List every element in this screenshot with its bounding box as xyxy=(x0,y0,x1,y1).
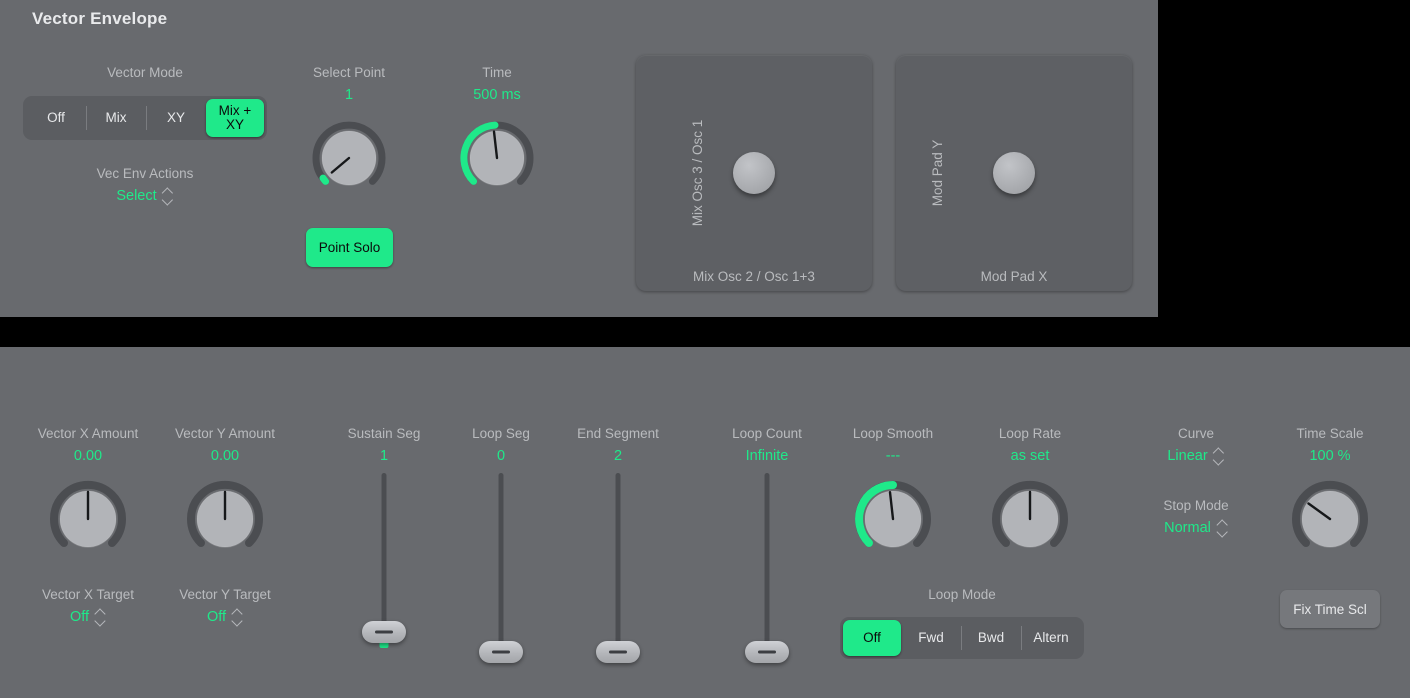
stop-mode-stepper[interactable]: Normal xyxy=(1164,520,1228,536)
mod-xy-pad-x-label: Mod Pad X xyxy=(896,269,1132,284)
loop-rate-label: Loop Rate xyxy=(999,426,1061,441)
vector-envelope-bottom-panel: Vector X Amount 0.00 Vector X Target Off… xyxy=(0,347,1410,698)
mod-xy-pad-y-label: Mod Pad Y xyxy=(930,140,945,207)
loop-count-slider[interactable] xyxy=(743,473,791,653)
vector-envelope-top-panel: Vector Envelope Vector Mode Off Mix XY M… xyxy=(0,0,1158,317)
stepper-chevrons-icon[interactable] xyxy=(1217,521,1228,536)
fix-time-scl-label: Fix Time Scl xyxy=(1293,602,1367,617)
time-scale-label: Time Scale xyxy=(1296,426,1363,441)
loop-seg-slider-thumb[interactable] xyxy=(479,641,523,663)
mix-xy-pad[interactable]: Mix Osc 3 / Osc 1 Mix Osc 2 / Osc 1+3 xyxy=(636,55,872,291)
loop-rate-value: as set xyxy=(1011,448,1050,464)
stepper-chevrons-icon[interactable] xyxy=(1214,449,1225,464)
vector-mode-option-mix[interactable]: Mix xyxy=(86,99,146,137)
loop-mode-option-off[interactable]: Off xyxy=(843,620,901,656)
loop-mode-segmented-control[interactable]: Off Fwd Bwd Altern xyxy=(840,617,1084,659)
loop-seg-slider-track[interactable] xyxy=(499,473,504,645)
loop-count-label: Loop Count xyxy=(732,426,802,441)
loop-seg-slider[interactable] xyxy=(477,473,525,653)
time-label: Time xyxy=(482,65,512,80)
vector-mode-option-mix-xy[interactable]: Mix +XY xyxy=(206,99,264,137)
point-solo-label: Point Solo xyxy=(319,240,381,255)
vector-x-target-value: Off xyxy=(70,609,89,625)
curve-value: Linear xyxy=(1167,448,1207,464)
vector-mode-option-off[interactable]: Off xyxy=(26,99,86,137)
time-value: 500 ms xyxy=(473,87,521,103)
vector-mode-option-xy[interactable]: XY xyxy=(146,99,206,137)
loop-count-slider-thumb[interactable] xyxy=(745,641,789,663)
time-knob[interactable] xyxy=(455,116,539,200)
sustain-seg-value: 1 xyxy=(380,448,388,464)
mix-xy-pad-puck[interactable] xyxy=(733,152,775,194)
loop-rate-knob[interactable] xyxy=(987,476,1073,562)
sustain-seg-label: Sustain Seg xyxy=(348,426,421,441)
select-point-knob[interactable] xyxy=(307,116,391,200)
loop-count-slider-track[interactable] xyxy=(765,473,770,645)
mix-xy-pad-y-label: Mix Osc 3 / Osc 1 xyxy=(690,120,705,227)
loop-smooth-label: Loop Smooth xyxy=(853,426,933,441)
time-scale-value: 100 % xyxy=(1309,448,1350,464)
loop-mode-option-altern[interactable]: Altern xyxy=(1021,620,1081,656)
vector-y-amount-knob[interactable] xyxy=(182,476,268,562)
page-title: Vector Envelope xyxy=(32,9,167,29)
vector-x-amount-knob[interactable] xyxy=(45,476,131,562)
sustain-seg-slider-thumb[interactable] xyxy=(362,621,406,643)
stepper-chevrons-icon[interactable] xyxy=(232,610,243,625)
loop-mode-option-fwd[interactable]: Fwd xyxy=(901,620,961,656)
vector-mode-option-mix-xy-label: Mix +XY xyxy=(219,104,252,132)
time-scale-knob[interactable] xyxy=(1287,476,1373,562)
select-point-value: 1 xyxy=(345,87,353,103)
stepper-chevrons-icon[interactable] xyxy=(163,189,174,204)
mix-xy-pad-x-label: Mix Osc 2 / Osc 1+3 xyxy=(636,269,872,284)
vector-y-target-stepper[interactable]: Off xyxy=(207,609,243,625)
end-segment-slider-track[interactable] xyxy=(616,473,621,645)
loop-count-value: Infinite xyxy=(746,448,789,464)
vec-env-actions-stepper[interactable]: Select xyxy=(116,188,173,204)
vector-x-target-stepper[interactable]: Off xyxy=(70,609,106,625)
vector-x-amount-value: 0.00 xyxy=(74,448,102,464)
loop-smooth-value: --- xyxy=(886,448,901,464)
point-solo-button[interactable]: Point Solo xyxy=(306,228,393,267)
vector-mode-label: Vector Mode xyxy=(107,65,183,80)
vector-y-amount-label: Vector Y Amount xyxy=(175,426,275,441)
select-point-label: Select Point xyxy=(313,65,385,80)
sustain-seg-slider-track[interactable] xyxy=(382,473,387,645)
stop-mode-value: Normal xyxy=(1164,520,1211,536)
vec-env-actions-value: Select xyxy=(116,188,156,204)
loop-smooth-knob[interactable] xyxy=(850,476,936,562)
vector-x-amount-label: Vector X Amount xyxy=(38,426,139,441)
stepper-chevrons-icon[interactable] xyxy=(95,610,106,625)
loop-seg-label: Loop Seg xyxy=(472,426,530,441)
mod-xy-pad[interactable]: Mod Pad Y Mod Pad X xyxy=(896,55,1132,291)
vector-y-target-label: Vector Y Target xyxy=(179,587,271,602)
loop-seg-value: 0 xyxy=(497,448,505,464)
vector-mode-segmented-control[interactable]: Off Mix XY Mix +XY xyxy=(23,96,267,140)
end-segment-value: 2 xyxy=(614,448,622,464)
curve-stepper[interactable]: Linear xyxy=(1167,448,1224,464)
panel-divider xyxy=(0,317,1410,347)
end-segment-slider[interactable] xyxy=(594,473,642,653)
end-segment-slider-thumb[interactable] xyxy=(596,641,640,663)
vector-y-amount-value: 0.00 xyxy=(211,448,239,464)
top-panel-right-gutter xyxy=(1158,0,1410,317)
fix-time-scl-button[interactable]: Fix Time Scl xyxy=(1280,590,1380,628)
loop-mode-option-bwd[interactable]: Bwd xyxy=(961,620,1021,656)
stop-mode-label: Stop Mode xyxy=(1163,498,1228,513)
sustain-seg-slider[interactable] xyxy=(360,473,408,653)
mod-xy-pad-puck[interactable] xyxy=(993,152,1035,194)
loop-mode-label: Loop Mode xyxy=(928,587,996,602)
curve-label: Curve xyxy=(1178,426,1214,441)
end-segment-label: End Segment xyxy=(577,426,659,441)
vector-y-target-value: Off xyxy=(207,609,226,625)
vector-x-target-label: Vector X Target xyxy=(42,587,134,602)
vec-env-actions-label: Vec Env Actions xyxy=(97,166,194,181)
